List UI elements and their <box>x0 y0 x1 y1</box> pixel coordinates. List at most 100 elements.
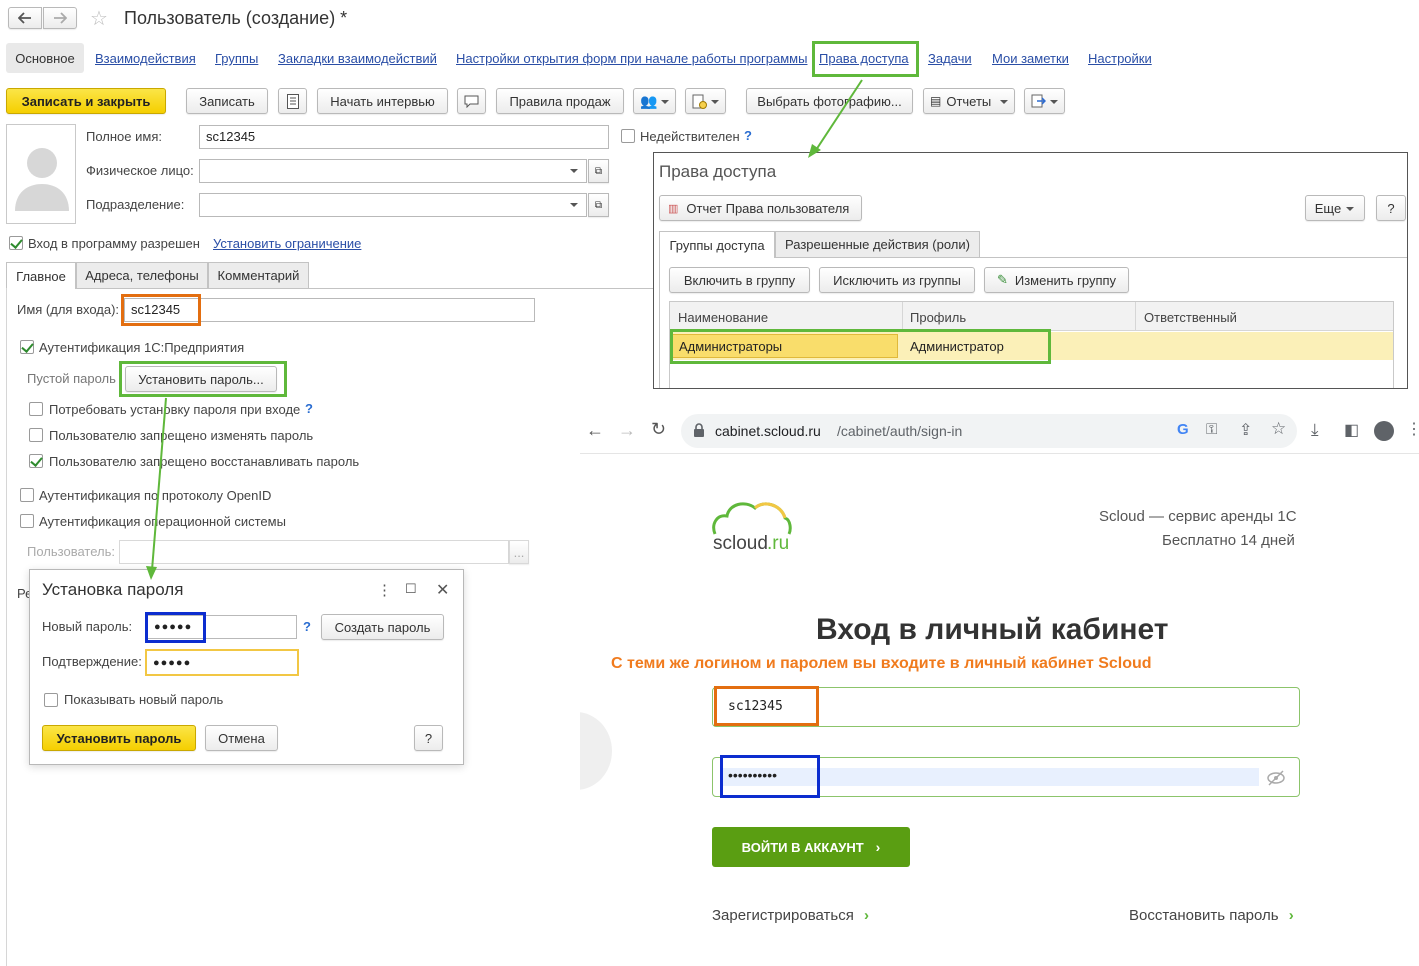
print-button[interactable] <box>278 88 307 114</box>
require-change-help-icon[interactable]: ? <box>305 401 313 416</box>
login-heading: Вход в личный кабинет <box>816 613 1169 646</box>
save-button[interactable]: Записать <box>186 88 268 114</box>
user-rights-report-button[interactable]: ▥ Отчет Права пользователя <box>659 195 862 221</box>
nav-tab-form-settings[interactable]: Настройки открытия форм при начале работ… <box>456 51 807 66</box>
address-bar[interactable]: cabinet.scloud.ru /cabinet/auth/sign-in … <box>681 414 1297 448</box>
eye-off-icon[interactable] <box>1267 770 1285 786</box>
avatar[interactable] <box>6 124 76 224</box>
key-icon[interactable]: ⚿ <box>1206 421 1217 438</box>
table-header: Наименование Профиль Ответственный <box>670 302 1393 331</box>
documents-menu-button[interactable] <box>685 88 726 114</box>
register-link[interactable]: Зарегистрироваться › <box>712 907 869 924</box>
browser-forward-icon[interactable]: → <box>618 420 636 441</box>
reports-button[interactable]: ▤ Отчеты <box>923 88 1015 114</box>
nav-tab-tasks[interactable]: Задачи <box>928 51 972 66</box>
nav-tab-bookmarks[interactable]: Закладки взаимодействий <box>278 51 437 66</box>
nav-tab-groups[interactable]: Группы <box>215 51 258 66</box>
users-menu-button[interactable]: 👥 <box>633 88 676 114</box>
col-name-header[interactable]: Наименование <box>678 310 768 325</box>
nav-tab-settings[interactable]: Настройки <box>1088 51 1152 66</box>
invalid-help-icon[interactable]: ? <box>744 128 752 143</box>
google-icon[interactable]: G <box>1177 421 1189 438</box>
save-and-close-button[interactable]: Записать и закрыть <box>6 88 166 114</box>
nav-tab-notes[interactable]: Мои заметки <box>992 51 1069 66</box>
chevron-down-icon[interactable] <box>570 203 578 207</box>
dept-input[interactable] <box>199 193 587 217</box>
more-vertical-icon[interactable]: ⋮ <box>377 581 392 599</box>
chevron-down-icon <box>711 100 719 104</box>
sidepanel-icon[interactable]: ◧ <box>1344 420 1359 440</box>
bookmark-star-icon[interactable]: ☆ <box>1271 419 1286 439</box>
require-change-checkbox[interactable] <box>29 402 43 416</box>
auth-openid-checkbox[interactable] <box>20 488 34 502</box>
tab-access-groups-label: Группы доступа <box>669 237 765 253</box>
more-button[interactable]: Еще <box>1305 195 1365 221</box>
col-profile-header[interactable]: Профиль <box>910 310 966 325</box>
tab-access-groups[interactable]: Группы доступа <box>659 231 775 258</box>
login-allowed-label: Вход в программу разрешен <box>28 236 200 251</box>
tab-allowed-actions[interactable]: Разрешенные действия (роли) <box>775 231 980 257</box>
confirm-password-input[interactable]: ●●●●● <box>145 649 299 676</box>
tab-comment[interactable]: Комментарий <box>208 262 309 288</box>
window-title: Пользователь (создание) * <box>124 8 348 28</box>
close-icon[interactable]: ✕ <box>436 580 449 600</box>
sales-rules-button[interactable]: Правила продаж <box>496 88 624 114</box>
tagline-free: Бесплатно 14 дней <box>1162 532 1295 549</box>
include-in-group-button[interactable]: Включить в группу <box>669 267 810 293</box>
chevron-down-icon <box>1000 100 1008 104</box>
tab-addresses[interactable]: Адреса, телефоны <box>76 262 208 288</box>
person-open-button[interactable]: ⧉ <box>588 159 609 183</box>
dept-open-button[interactable]: ⧉ <box>588 193 609 217</box>
arrow-right-icon <box>54 12 67 24</box>
register-label: Зарегистрироваться <box>712 907 854 924</box>
back-button[interactable] <box>8 7 42 29</box>
invalid-checkbox[interactable] <box>621 129 635 143</box>
auth-os-checkbox[interactable] <box>20 514 34 528</box>
exclude-from-group-button[interactable]: Исключить из группы <box>819 267 975 293</box>
show-password-checkbox[interactable] <box>44 693 58 707</box>
new-password-help-icon[interactable]: ? <box>303 619 311 634</box>
browser-reload-icon[interactable]: ↻ <box>651 419 666 440</box>
nav-tab-interactions[interactable]: Взаимодействия <box>95 51 196 66</box>
report-chart-icon: ▥ <box>668 202 679 215</box>
chevron-down-icon[interactable] <box>570 169 578 173</box>
message-button[interactable] <box>457 88 486 114</box>
os-user-select-button: ... <box>509 540 529 564</box>
scloud-cloud-icon <box>712 502 792 535</box>
full-name-input[interactable]: sc12345 <box>199 125 609 149</box>
open-icon: ⧉ <box>594 199 603 211</box>
set-restriction-link[interactable]: Установить ограничение <box>213 236 361 251</box>
export-menu-button[interactable] <box>1024 88 1065 114</box>
tab-main[interactable]: Главное <box>6 262 76 289</box>
restore-password-link[interactable]: Восстановить пароль › <box>1129 907 1294 924</box>
create-password-button[interactable]: Создать пароль <box>321 614 444 640</box>
profile-icon[interactable] <box>1374 421 1394 441</box>
auth-1c-checkbox[interactable] <box>20 340 34 354</box>
confirm-password-label: Подтверждение: <box>42 654 142 669</box>
favorite-star-icon[interactable]: ☆ <box>90 6 108 31</box>
col-responsible-header[interactable]: Ответственный <box>1144 310 1237 325</box>
user-silhouette-icon <box>15 148 69 211</box>
person-input[interactable] <box>199 159 587 183</box>
browser-menu-icon[interactable]: ⋮ <box>1406 419 1419 439</box>
scloud-logo-text: scloud <box>713 533 768 554</box>
maximize-icon[interactable]: ☐ <box>405 581 417 597</box>
choose-photo-button[interactable]: Выбрать фотографию... <box>746 88 913 114</box>
deny-restore-checkbox[interactable] <box>29 454 43 468</box>
cancel-button[interactable]: Отмена <box>205 725 278 751</box>
tagline-service: Scloud — сервис аренды 1С <box>1099 508 1297 525</box>
edit-group-button[interactable]: ✎ Изменить группу <box>984 267 1129 293</box>
start-interview-button[interactable]: Начать интервью <box>317 88 448 114</box>
download-icon[interactable]: ⤓ <box>1311 420 1319 440</box>
login-allowed-checkbox[interactable] <box>9 236 23 250</box>
access-panel-title: Права доступа <box>659 162 777 181</box>
share-icon[interactable]: ⇪ <box>1239 420 1252 440</box>
dialog-help-button[interactable]: ? <box>414 725 443 751</box>
set-password-confirm-button[interactable]: Установить пароль <box>42 725 196 751</box>
browser-back-icon[interactable]: ← <box>586 420 604 441</box>
deny-change-checkbox[interactable] <box>29 428 43 442</box>
forward-button[interactable] <box>43 7 77 29</box>
access-help-button[interactable]: ? <box>1376 195 1406 221</box>
nav-tab-main[interactable]: Основное <box>6 43 84 73</box>
login-submit-button[interactable]: ВОЙТИ В АККАУНТ › <box>712 827 910 867</box>
